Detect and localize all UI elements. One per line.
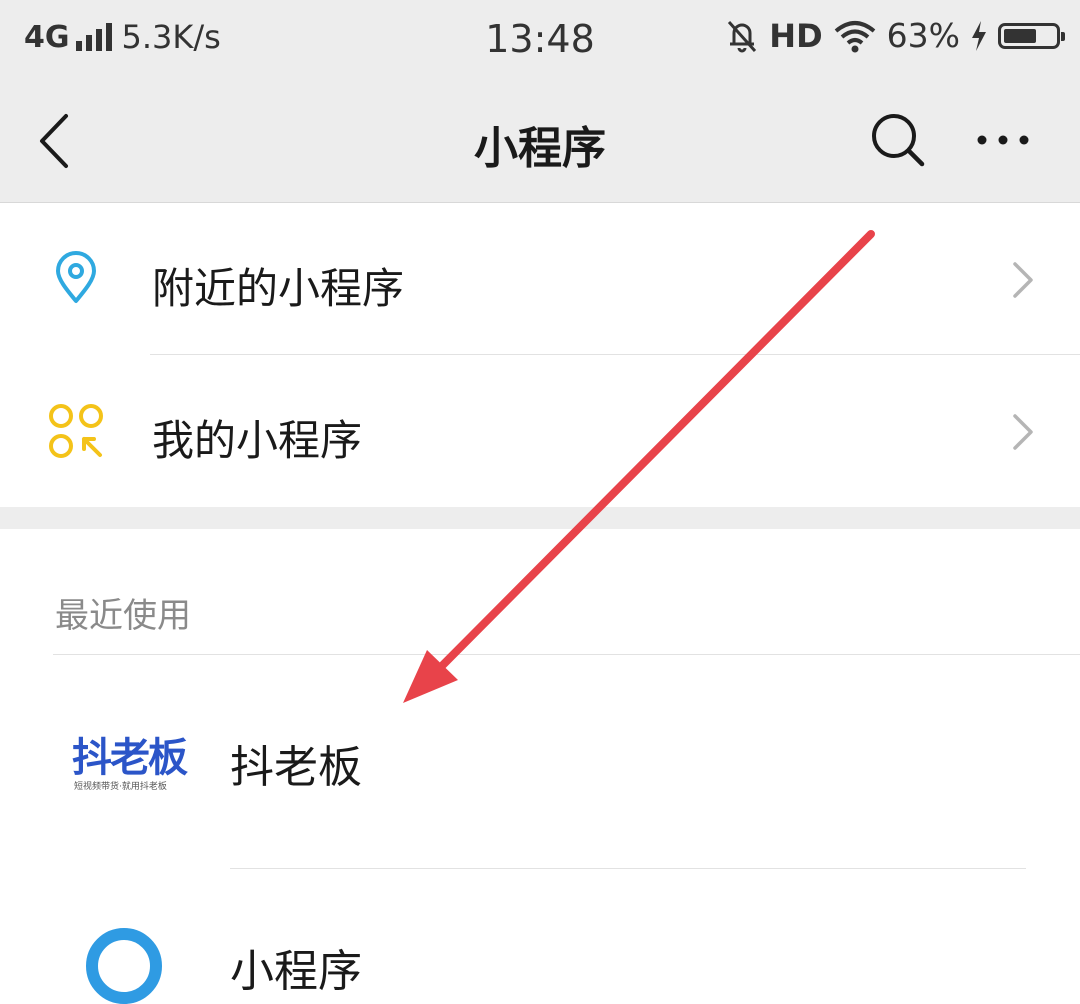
mini-program-name: 小程序 — [230, 946, 362, 997]
nav-bar: 小程序 — [0, 78, 1080, 203]
battery-percent: 63% — [886, 16, 960, 55]
mini-program-logo[interactable] — [86, 928, 162, 1004]
section-title-recent: 最近使用 — [55, 596, 191, 636]
battery-fill — [1004, 28, 1036, 43]
mini-program-name: 抖老板 — [230, 742, 362, 793]
battery-icon — [998, 22, 1065, 49]
logo-subtext: 短视频带货·就用抖老板 — [74, 782, 167, 792]
section-gap — [0, 507, 1080, 529]
logo-text: 抖老板 — [72, 735, 188, 781]
status-right: HD 63% — [725, 16, 1065, 55]
list-item-mini-program[interactable]: 抖老板 短视频带货·就用抖老板 抖老板 — [0, 655, 1080, 865]
mini-program-logo: 抖老板 短视频带货·就用抖老板 — [62, 725, 188, 805]
hd-indicator: HD — [769, 16, 823, 55]
menu-item-label: 我的小程序 — [152, 416, 363, 465]
menu-item-my-mini-programs[interactable]: 我的小程序 — [0, 355, 1080, 507]
chevron-right-icon — [1013, 414, 1033, 450]
mute-bell-icon — [728, 20, 757, 52]
status-bar: 4G 5.3K/s 13:48 HD 63% — [0, 0, 1080, 78]
menu-item-nearby[interactable]: 附近的小程序 — [0, 203, 1080, 355]
menu-item-label: 附近的小程序 — [152, 264, 405, 313]
charging-icon — [972, 20, 986, 51]
location-pin-icon — [56, 251, 96, 303]
more-icon[interactable] — [970, 118, 1036, 162]
mini-program-grid-icon — [49, 404, 103, 458]
search-icon[interactable] — [866, 108, 928, 170]
chevron-right-icon — [1013, 262, 1033, 298]
wifi-icon — [834, 20, 875, 52]
divider — [230, 868, 1026, 869]
